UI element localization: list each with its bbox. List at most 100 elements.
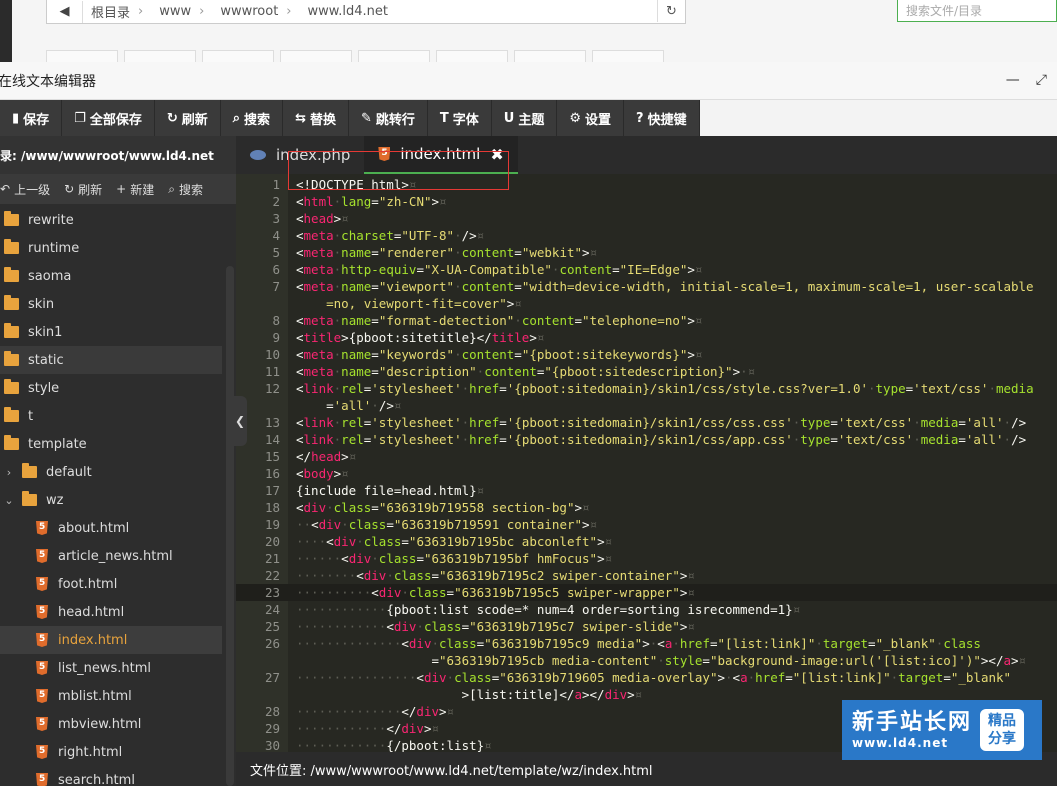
tree-file[interactable]: foot.html [0,570,222,598]
tree-file[interactable]: article_news.html [0,542,222,570]
tree-folder[interactable]: ⌄ wz [0,486,222,514]
code-line[interactable]: 12 <link·rel='stylesheet'·href='{pboot:si… [236,380,1057,397]
code-token: {/pboot:list} [386,738,485,752]
tree-file[interactable]: search.html [0,766,222,786]
code-line[interactable]: 20 ····<div·class="636319b7195bc abconlef… [236,533,1057,550]
fm-tab[interactable] [124,50,196,62]
code-line[interactable]: 8 <meta·name="format-detection"·content="… [236,312,1057,329]
replace-icon: ⇆ [295,110,306,126]
fm-tab[interactable] [46,50,118,62]
fm-tab[interactable] [436,50,508,62]
code-token: · [371,551,379,566]
code-token: class [333,500,372,515]
code-token: meta [303,279,334,294]
code-token: · [401,585,409,600]
tree-file[interactable]: head.html [0,598,222,626]
refresh-icon[interactable]: ↻ [657,0,685,22]
tree-folder[interactable]: t [0,402,222,430]
code-line[interactable]: 14 <link·rel='stylesheet'·href='{pboot:si… [236,431,1057,448]
tree-folder[interactable]: › default [0,458,222,486]
file-search-input[interactable]: 搜索文件/目录 [897,0,1057,22]
toolbar-replace-button[interactable]: ⇆ 替换 [283,100,349,136]
fm-tab[interactable] [358,50,430,62]
code-line[interactable]: 13 <link·rel='stylesheet'·href='{pboot:si… [236,414,1057,431]
toolbar-help-button[interactable]: ? 快捷键 [624,100,700,136]
code-line[interactable]: ="636319b7195cb media-content"·style="ba… [236,652,1057,669]
breadcrumb-item[interactable]: www › [151,4,212,19]
tree-folder[interactable]: style [0,374,222,402]
toolbar-font-button[interactable]: T 字体 [428,100,492,136]
back-arrow-icon[interactable]: ◀ [47,0,83,23]
code-line[interactable]: 6 <meta·http-equiv="X-UA-Compatible"·cont… [236,261,1057,278]
code-line[interactable]: 2 <html·lang="zh-CN">¤ [236,193,1057,210]
code-line[interactable]: 25 ············<div·class="636319b7195c7 … [236,618,1057,635]
tree-file[interactable]: index.html [0,626,222,654]
sidebar-action-up-level[interactable]: ↶ 上一级 [0,181,50,198]
code-line[interactable]: 17 {include file=head.html}¤ [236,482,1057,499]
toolbar-search-button[interactable]: ⌕ 搜索 [221,100,284,136]
code-token: = [386,517,394,532]
toolbar-save-all-button[interactable]: ❐ 全部保存 [62,100,155,136]
sidebar-scrollbar[interactable] [226,266,234,786]
sidebar-action-search[interactable]: ⌕ 搜索 [168,181,203,198]
code-line[interactable]: 9 <title>{pboot:sitetitle}</title>¤ [236,329,1057,346]
code-editor[interactable]: 1 <!DOCTYPE html>¤ 2 <html·lang="zh-CN">¤ 3 <… [236,174,1057,752]
code-line[interactable]: 15 </head>¤ [236,448,1057,465]
tree-folder[interactable]: rewrite [0,206,222,234]
toolbar-pin-button[interactable]: ✎ 跳转行 [349,100,428,136]
fm-tab[interactable] [280,50,352,62]
tree-file[interactable]: right.html [0,738,222,766]
code-line[interactable]: 4 <meta·charset="UTF-8"·/>¤ [236,227,1057,244]
code-line[interactable]: 23 ··········<div·class="636319b7195c5 sw… [236,584,1057,601]
code-line[interactable]: 19 ··<div·class="636319b719591 container"… [236,516,1057,533]
tree-folder[interactable]: skin [0,290,222,318]
collapse-sidebar-icon[interactable]: ❮ [233,396,247,446]
tree-file[interactable]: list_news.html [0,654,222,682]
minimize-icon[interactable]: — [1006,72,1020,88]
toolbar-save-button[interactable]: ▮ 保存 [0,100,63,136]
code-line[interactable]: 22 ········<div·class="636319b7195c2 swip… [236,567,1057,584]
toolbar-refresh-button[interactable]: ↻ 刷新 [155,100,221,136]
code-line[interactable]: 21 ······<div·class="636319b7195bf hmFocu… [236,550,1057,567]
toolbar-gear-button[interactable]: ⚙ 设置 [557,100,625,136]
code-line[interactable]: 3 <head>¤ [236,210,1057,227]
code-line[interactable]: 27 ················<div·class="636319b719… [236,669,1057,686]
fm-tab[interactable] [592,50,664,62]
code-line[interactable]: =no, viewport-fit=cover">¤ [236,295,1057,312]
tree-folder[interactable]: runtime [0,234,222,262]
code-line[interactable]: 16 <body>¤ [236,465,1057,482]
code-token: = [461,619,470,634]
tree-file[interactable]: mbview.html [0,710,222,738]
code-line[interactable]: 26 ··············<div·class="636319b7195c… [236,635,1057,652]
breadcrumb-item[interactable]: wwwroot › [212,4,299,19]
chevron-right-icon[interactable]: › [2,466,16,479]
toolbar-theme-button[interactable]: U 主题 [492,100,558,136]
tree-file[interactable]: about.html [0,514,222,542]
code-token: · [913,415,921,430]
chevron-down-icon[interactable]: ⌄ [2,494,16,507]
fm-tab[interactable] [202,50,274,62]
maximize-icon[interactable]: ⤢ [1036,72,1047,88]
fm-tab[interactable] [514,50,586,62]
address-bar[interactable]: ◀ 根目录 › www › wwwroot › www.ld4.net ↻ [46,0,686,24]
code-token: ¤ [476,483,485,498]
sidebar-action-refresh[interactable]: ↻ 刷新 [64,181,102,198]
tree-folder[interactable]: skin1 [0,318,222,346]
code-token: >[list:title]</ [296,687,575,702]
code-token: lang [341,194,372,209]
breadcrumb-item[interactable]: www.ld4.net [300,4,396,19]
code-line[interactable]: 18 <div·class="636319b719558 section-bg">… [236,499,1057,516]
code-line[interactable]: 5 <meta·name="renderer"·content="webkit">… [236,244,1057,261]
tree-file[interactable]: mblist.html [0,682,222,710]
tree-folder[interactable]: static [0,346,222,374]
breadcrumb-item[interactable]: 根目录 › [83,2,151,21]
folder-icon [4,407,19,422]
code-line[interactable]: 11 <meta·name="description"·content="{pbo… [236,363,1057,380]
tree-folder[interactable]: template [0,430,222,458]
code-line[interactable]: ='all'·/>¤ [236,397,1057,414]
tree-folder[interactable]: saoma [0,262,222,290]
code-line[interactable]: 7 <meta·name="viewport"·content="width=de… [236,278,1057,295]
code-line[interactable]: 24 ············{pboot:list scode=* num=4 … [236,601,1057,618]
sidebar-action-plus[interactable]: + 新建 [116,181,154,198]
code-line[interactable]: 10 <meta·name="keywords"·content="{pboot:… [236,346,1057,363]
